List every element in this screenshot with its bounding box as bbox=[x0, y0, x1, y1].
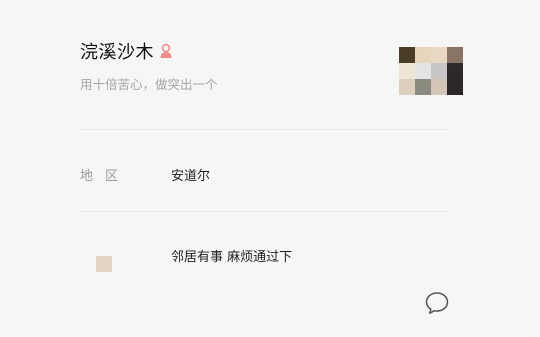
remark-text: 邻居有事 麻烦通过下 bbox=[171, 250, 293, 265]
avatar-pixel bbox=[415, 47, 431, 63]
avatar-pixel bbox=[431, 63, 447, 79]
region-value: 安道尔 bbox=[171, 169, 211, 184]
region-label: 地区 bbox=[80, 169, 131, 184]
avatar-pixel bbox=[447, 79, 463, 95]
avatar-pixel bbox=[415, 63, 431, 79]
avatar-pixel bbox=[399, 47, 415, 63]
name-row: 浣溪沙木 bbox=[80, 38, 174, 64]
avatar-pixel bbox=[431, 79, 447, 95]
divider bbox=[80, 211, 448, 212]
nickname: 浣溪沙木 bbox=[80, 42, 154, 63]
avatar-pixel bbox=[399, 63, 415, 79]
divider bbox=[80, 129, 448, 130]
contact-profile-card: 浣溪沙木 用十倍苦心，做突出一个 地区 安道尔 邻居有事 麻烦通过下 bbox=[0, 0, 540, 337]
female-user-icon bbox=[160, 43, 172, 58]
avatar-pixel bbox=[431, 47, 447, 63]
remark-thumbnail bbox=[96, 256, 112, 272]
chat-bubble-icon[interactable] bbox=[424, 290, 450, 316]
avatar-pixel bbox=[447, 47, 463, 63]
avatar-pixel bbox=[447, 63, 463, 79]
signature: 用十倍苦心，做突出一个 bbox=[80, 77, 218, 92]
avatar[interactable] bbox=[399, 47, 463, 95]
avatar-pixel bbox=[415, 79, 431, 95]
avatar-pixel bbox=[399, 79, 415, 95]
